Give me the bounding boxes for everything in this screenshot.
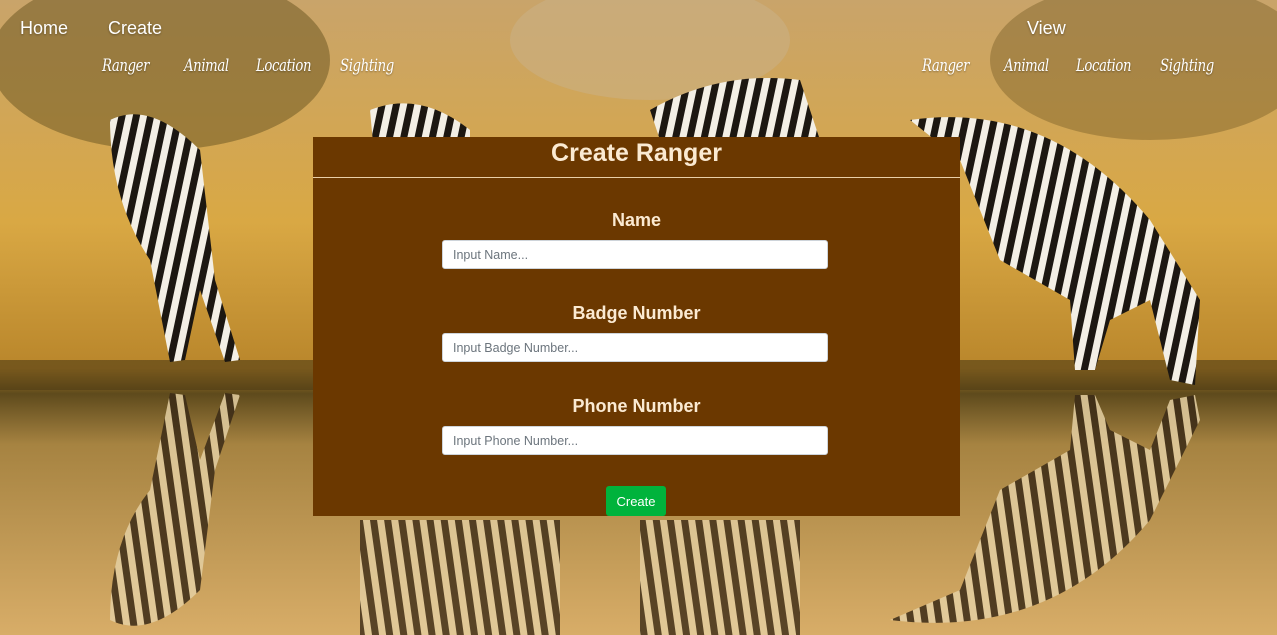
view-sighting-link[interactable]: Sighting: [1160, 56, 1214, 76]
name-label: Name: [611, 210, 662, 230]
create-location-link[interactable]: Location: [256, 56, 311, 76]
create-sighting-link[interactable]: Sighting: [340, 56, 394, 76]
badge-number-label: Badge Number: [572, 303, 701, 323]
name-input[interactable]: [442, 240, 828, 269]
phone-number-label: Phone Number: [572, 396, 701, 416]
form-title: Create Ranger: [551, 139, 722, 167]
title-divider: [313, 177, 960, 178]
nav-home-link[interactable]: Home: [20, 18, 68, 39]
nav-view-link[interactable]: View: [1027, 18, 1066, 39]
view-ranger-link[interactable]: Ranger: [922, 56, 969, 76]
phone-number-input[interactable]: [442, 426, 828, 455]
create-button[interactable]: Create: [606, 486, 666, 516]
create-ranger-link[interactable]: Ranger: [102, 56, 149, 76]
create-ranger-form: Create Ranger Name Badge Number Phone Nu…: [313, 137, 960, 516]
view-location-link[interactable]: Location: [1076, 56, 1131, 76]
create-animal-link[interactable]: Animal: [184, 56, 229, 76]
nav-create-link[interactable]: Create: [108, 18, 162, 39]
view-animal-link[interactable]: Animal: [1004, 56, 1049, 76]
badge-number-input[interactable]: [442, 333, 828, 362]
